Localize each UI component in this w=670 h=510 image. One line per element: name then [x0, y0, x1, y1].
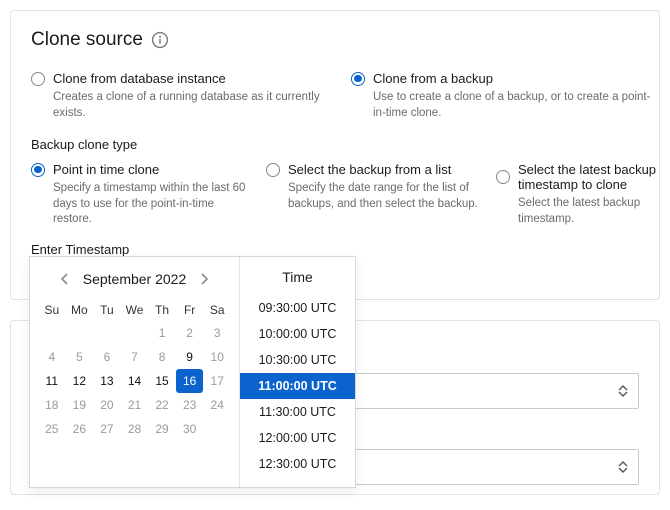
timestamp-label: Enter Timestamp [31, 242, 639, 257]
day-cell [38, 321, 66, 345]
day-cell[interactable]: 3 [203, 321, 231, 345]
day-cell[interactable]: 21 [121, 393, 149, 417]
day-cell[interactable]: 29 [148, 417, 176, 441]
day-cell[interactable]: 6 [93, 345, 121, 369]
dow-cell: Th [148, 299, 176, 321]
option-desc: Use to create a clone of a backup, or to… [373, 90, 651, 121]
dow-cell: Fr [176, 299, 204, 321]
day-cell[interactable]: 27 [93, 417, 121, 441]
day-cell[interactable]: 10 [203, 345, 231, 369]
option-desc: Creates a clone of a running database as… [53, 90, 341, 121]
day-cell[interactable]: 28 [121, 417, 149, 441]
time-slot[interactable]: 11:00:00 UTC [240, 373, 355, 399]
time-header: Time [240, 265, 355, 295]
time-slot[interactable]: 12:00:00 UTC [240, 425, 355, 451]
dow-cell: Su [38, 299, 66, 321]
stepper-icon [618, 385, 628, 397]
section-title-text: Clone source [31, 29, 143, 51]
day-cell[interactable]: 20 [93, 393, 121, 417]
day-cell [203, 417, 231, 441]
next-month-button[interactable] [196, 271, 212, 287]
day-cell [93, 321, 121, 345]
radio-icon [31, 72, 45, 86]
day-cell[interactable]: 15 [148, 369, 176, 393]
option-desc: Specify a timestamp within the last 60 d… [53, 181, 256, 228]
day-cell [66, 321, 94, 345]
backup-clone-type-label: Backup clone type [31, 137, 639, 152]
day-cell[interactable]: 18 [38, 393, 66, 417]
day-cell[interactable]: 13 [93, 369, 121, 393]
option-label: Clone from database instance [53, 71, 226, 86]
time-slot[interactable]: 10:30:00 UTC [240, 347, 355, 373]
day-cell[interactable]: 19 [66, 393, 94, 417]
option-desc: Specify the date range for the list of b… [288, 181, 486, 212]
option-latest-backup[interactable]: Select the latest backup timestamp to cl… [496, 162, 670, 228]
time-pane: Time 09:30:00 UTC10:00:00 UTC10:30:00 UT… [240, 257, 355, 487]
option-from-backup[interactable]: Clone from a backup Use to create a clon… [351, 71, 651, 121]
day-cell[interactable]: 14 [121, 369, 149, 393]
time-slot[interactable]: 10:00:00 UTC [240, 321, 355, 347]
time-slot[interactable]: 09:30:00 UTC [240, 295, 355, 321]
prev-month-button[interactable] [57, 271, 73, 287]
option-from-instance[interactable]: Clone from database instance Creates a c… [31, 71, 341, 121]
time-list: 09:30:00 UTC10:00:00 UTC10:30:00 UTC11:0… [240, 295, 355, 477]
info-icon[interactable] [151, 31, 169, 49]
day-cell[interactable]: 12 [66, 369, 94, 393]
clone-source-options: Clone from database instance Creates a c… [31, 71, 639, 121]
backup-clone-type-options: Point in time clone Specify a timestamp … [31, 162, 639, 228]
stepper-icon [618, 461, 628, 473]
datepicker-popover: September 2022 SuMoTuWeThFrSa 1234567891… [29, 256, 356, 488]
day-cell[interactable]: 8 [148, 345, 176, 369]
option-label: Point in time clone [53, 162, 159, 177]
day-cell[interactable]: 4 [38, 345, 66, 369]
day-cell[interactable]: 25 [38, 417, 66, 441]
day-cell[interactable]: 26 [66, 417, 94, 441]
day-cell[interactable]: 23 [176, 393, 204, 417]
option-label: Select the backup from a list [288, 162, 451, 177]
day-cell[interactable]: 2 [176, 321, 204, 345]
dow-cell: Tu [93, 299, 121, 321]
dow-cell: Sa [203, 299, 231, 321]
option-point-in-time[interactable]: Point in time clone Specify a timestamp … [31, 162, 256, 228]
radio-icon [496, 170, 510, 184]
calendar-grid: 1234567891011121314151617181920212223242… [38, 321, 231, 441]
section-title: Clone source [31, 29, 639, 51]
option-label: Clone from a backup [373, 71, 493, 86]
time-slot[interactable]: 11:30:00 UTC [240, 399, 355, 425]
day-cell[interactable]: 16 [176, 369, 204, 393]
option-select-from-list[interactable]: Select the backup from a list Specify th… [266, 162, 486, 228]
day-cell[interactable]: 11 [38, 369, 66, 393]
day-cell[interactable]: 1 [148, 321, 176, 345]
dow-cell: Mo [66, 299, 94, 321]
radio-icon [31, 163, 45, 177]
day-of-week-row: SuMoTuWeThFrSa [38, 299, 231, 321]
day-cell[interactable]: 17 [203, 369, 231, 393]
day-cell [121, 321, 149, 345]
option-desc: Select the latest backup timestamp. [518, 196, 670, 227]
day-cell[interactable]: 9 [176, 345, 204, 369]
day-cell[interactable]: 30 [176, 417, 204, 441]
month-title: September 2022 [83, 271, 187, 287]
calendar-pane: September 2022 SuMoTuWeThFrSa 1234567891… [30, 257, 240, 487]
day-cell[interactable]: 5 [66, 345, 94, 369]
day-cell[interactable]: 22 [148, 393, 176, 417]
day-cell[interactable]: 7 [121, 345, 149, 369]
radio-icon [351, 72, 365, 86]
radio-icon [266, 163, 280, 177]
time-slot[interactable]: 12:30:00 UTC [240, 451, 355, 477]
dow-cell: We [121, 299, 149, 321]
option-label: Select the latest backup timestamp to cl… [518, 162, 670, 192]
day-cell[interactable]: 24 [203, 393, 231, 417]
